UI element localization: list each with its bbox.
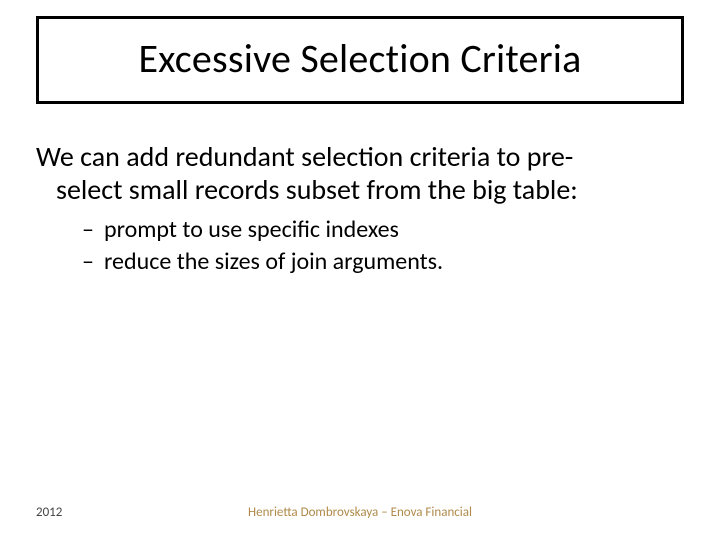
list-item: reduce the sizes of join arguments. <box>82 246 684 278</box>
list-item: prompt to use specific indexes <box>82 214 684 246</box>
title-box: Excessive Selection Criteria <box>36 16 684 104</box>
sub-bullet-list: prompt to use specific indexes reduce th… <box>36 214 684 279</box>
lead-paragraph: We can add redundant selection criteria … <box>36 140 684 206</box>
slide-title: Excessive Selection Criteria <box>49 37 671 81</box>
slide: Excessive Selection Criteria We can add … <box>0 0 720 540</box>
slide-body: We can add redundant selection criteria … <box>36 140 684 279</box>
lead-line-2: select small records subset from the big… <box>36 173 684 206</box>
footer-attribution: Henrietta Dombrovskaya – Enova Financial <box>0 505 720 520</box>
lead-line-1: We can add redundant selection criteria … <box>36 139 573 174</box>
